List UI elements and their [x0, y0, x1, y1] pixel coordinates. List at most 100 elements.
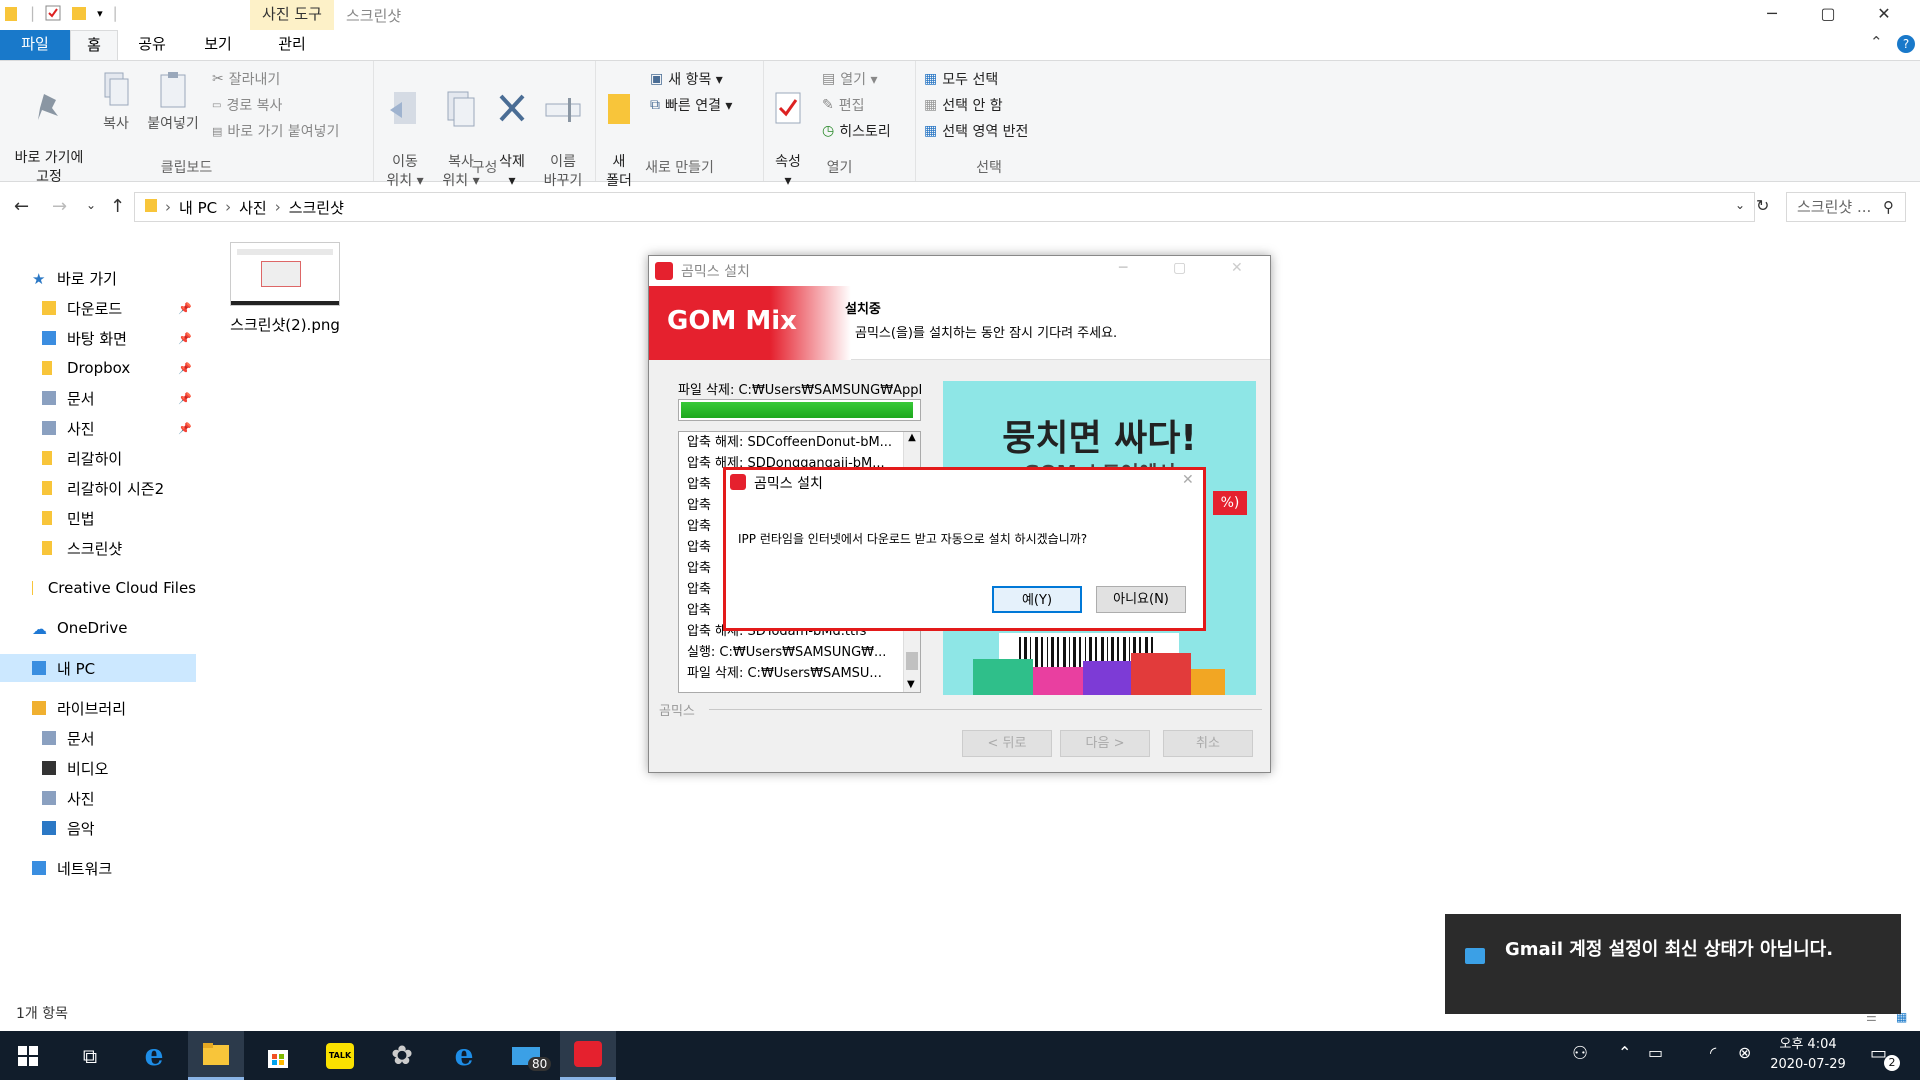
new-folder-icon	[602, 90, 636, 134]
collapse-ribbon-icon[interactable]: ⌃	[1870, 33, 1883, 51]
tab-file[interactable]: 파일	[0, 30, 70, 60]
up-arrow-icon[interactable]: ↑	[110, 196, 125, 217]
nav-item[interactable]: Dropbox 📌	[0, 354, 196, 382]
select-all-button[interactable]: ▦ 모두 선택	[924, 69, 998, 89]
breadcrumb-separator: ›	[225, 198, 232, 216]
kakaotalk-icon[interactable]: TALK	[312, 1031, 368, 1080]
refresh-icon[interactable]: ↻	[1756, 196, 1769, 215]
invert-selection-button[interactable]: ▦ 선택 영역 반전	[924, 121, 1028, 141]
copy-button[interactable]: 복사	[96, 71, 136, 134]
nav-item[interactable]: 리갈하이 시즌2	[0, 474, 196, 502]
gom-mix-logo: GOM Mix	[649, 286, 851, 360]
scroll-down-icon[interactable]: ▼	[907, 679, 915, 690]
back-button[interactable]: < 뒤로	[962, 730, 1052, 757]
customize-qat-icon[interactable]: ▾	[97, 7, 103, 20]
pin-icon: 📌	[178, 421, 192, 435]
tab-home[interactable]: 홈	[70, 30, 118, 60]
nav-item[interactable]: 다운로드 📌	[0, 294, 196, 322]
show-hidden-icons-icon[interactable]: ⌃	[1618, 1043, 1631, 1062]
help-icon[interactable]: ?	[1897, 35, 1915, 53]
nav-item[interactable]: 비디오	[0, 754, 196, 782]
tab-manage[interactable]: 관리	[254, 30, 330, 60]
paste-button[interactable]: 붙여넣기	[142, 71, 204, 134]
new-folder-icon[interactable]	[71, 4, 87, 22]
file-item[interactable]: 스크린샷(2).png	[226, 242, 344, 335]
people-icon[interactable]: ⚇	[1572, 1043, 1588, 1064]
nav-item[interactable]: 네트워크	[0, 854, 196, 882]
cancel-button[interactable]: 취소	[1163, 730, 1253, 757]
installer-close-icon[interactable]: ✕	[1231, 260, 1243, 276]
breadcrumb-pictures[interactable]: 사진	[239, 197, 267, 218]
library-icon	[32, 701, 46, 715]
edge-browser-icon[interactable]: e	[126, 1031, 182, 1080]
cut-button[interactable]: ✂ 잘라내기	[212, 69, 280, 89]
minimize-button[interactable]: ─	[1744, 0, 1800, 30]
select-none-button[interactable]: ▦ 선택 안 함	[924, 95, 1003, 115]
breadcrumb-screenshots[interactable]: 스크린샷	[289, 197, 344, 218]
tab-share[interactable]: 공유	[128, 30, 176, 60]
nav-item-label: 리갈하이	[67, 449, 123, 468]
nav-item-label: 네트워크	[57, 859, 113, 878]
no-button[interactable]: 아니요(N)	[1096, 586, 1186, 613]
breadcrumb-this-pc[interactable]: 내 PC	[179, 197, 217, 218]
organize-group-label: 구성	[471, 160, 498, 176]
easy-access-button[interactable]: ⧉ 빠른 연결 ▾	[650, 95, 732, 115]
clock[interactable]: 오후 4:04 2020-07-29	[1770, 1035, 1846, 1075]
nav-item[interactable]: 내 PC	[0, 654, 196, 682]
notification-toast[interactable]: Gmail 계정 설정이 최신 상태가 아닙니다.	[1445, 914, 1901, 1014]
properties-icon[interactable]	[45, 4, 61, 22]
battery-icon[interactable]: ▭	[1648, 1043, 1663, 1062]
network-icon[interactable]: ◜	[1710, 1043, 1716, 1062]
store-icon[interactable]	[250, 1031, 306, 1080]
scroll-thumb[interactable]	[906, 652, 918, 670]
mail-app-icon[interactable]: 80	[498, 1031, 554, 1080]
installer-minimize-icon[interactable]: ─	[1119, 260, 1127, 276]
photos-app-icon[interactable]: ✿	[374, 1031, 430, 1080]
gom-mix-taskbar-icon[interactable]	[560, 1031, 616, 1080]
dialog-close-icon[interactable]: ✕	[1182, 472, 1194, 488]
nav-item[interactable]: 사진	[0, 784, 196, 812]
restore-button[interactable]: ▢	[1800, 0, 1856, 30]
address-box[interactable]: › 내 PC › 사진 › 스크린샷 ⌄	[134, 192, 1755, 222]
address-dropdown-icon[interactable]: ⌄	[1735, 198, 1745, 212]
file-explorer-icon[interactable]	[188, 1031, 244, 1080]
search-input[interactable]: 스크린샷 ... ⚲	[1786, 192, 1906, 222]
nav-item[interactable]: 음악	[0, 814, 196, 842]
nav-item[interactable]: Creative Cloud Files	[0, 574, 196, 602]
copy-to-icon	[436, 90, 486, 134]
internet-explorer-icon[interactable]: e	[436, 1031, 492, 1080]
forward-arrow-icon[interactable]: →	[52, 196, 67, 217]
scroll-up-icon[interactable]: ▲	[904, 432, 920, 443]
shortcut-icon: ▤	[212, 124, 223, 138]
close-button[interactable]: ✕	[1856, 0, 1912, 30]
mail-badge: 80	[528, 1057, 552, 1071]
pin-icon: 📌	[178, 331, 192, 345]
tab-view[interactable]: 보기	[194, 30, 242, 60]
folder-icon	[42, 541, 52, 555]
nav-item[interactable]: 스크린샷	[0, 534, 196, 562]
open-button[interactable]: ▤ 열기 ▾	[822, 69, 877, 89]
yes-button[interactable]: 예(Y)	[992, 586, 1082, 613]
nav-item[interactable]: 문서	[0, 724, 196, 752]
task-view-icon[interactable]: ⧉	[62, 1031, 118, 1080]
nav-item[interactable]: 문서 📌	[0, 384, 196, 412]
start-button[interactable]	[0, 1031, 56, 1080]
next-button[interactable]: 다음 >	[1060, 730, 1150, 757]
back-arrow-icon[interactable]: ←	[14, 196, 29, 217]
nav-item[interactable]: ☁ OneDrive	[0, 614, 196, 642]
recent-locations-icon[interactable]: ⌄	[86, 198, 96, 212]
gom-app-icon	[730, 474, 746, 490]
nav-item[interactable]: ★ 바로 가기	[0, 264, 196, 292]
volume-muted-icon[interactable]: ⊗	[1738, 1043, 1751, 1062]
history-button[interactable]: ◷ 히스토리	[822, 121, 891, 141]
copy-path-button[interactable]: ▭ 경로 복사	[212, 95, 282, 115]
history-icon: ◷	[822, 123, 835, 139]
nav-item[interactable]: 바탕 화면 📌	[0, 324, 196, 352]
nav-item[interactable]: 라이브러리	[0, 694, 196, 722]
nav-item[interactable]: 리갈하이	[0, 444, 196, 472]
nav-item[interactable]: 사진 📌	[0, 414, 196, 442]
paste-shortcut-button[interactable]: ▤ 바로 가기 붙여넣기	[212, 121, 339, 141]
nav-item[interactable]: 민법	[0, 504, 196, 532]
edit-button[interactable]: ✎ 편집	[822, 95, 865, 115]
new-item-button[interactable]: ▣ 새 항목 ▾	[650, 69, 723, 89]
